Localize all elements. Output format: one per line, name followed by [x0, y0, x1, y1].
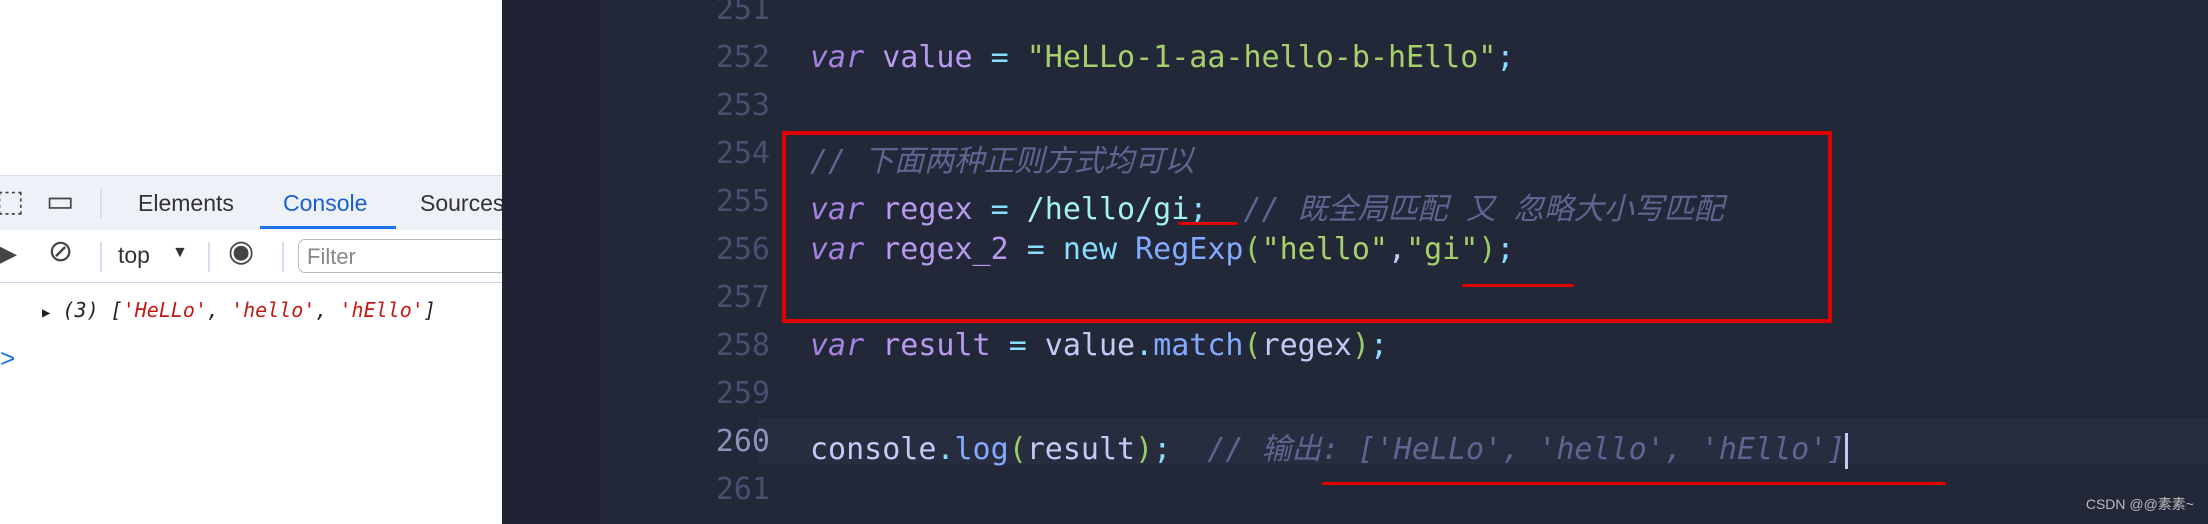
line-number: 255 [715, 184, 770, 219]
divider [282, 242, 284, 272]
annotation-underline [1462, 284, 1574, 287]
line-number: 259 [715, 376, 770, 411]
line-number: 258 [715, 328, 770, 363]
devtools-tab-bar: ⬚ ▭ Elements Console Sources [0, 175, 504, 231]
divider [100, 242, 102, 272]
line-number: 254 [715, 136, 770, 171]
device-toolbar-icon[interactable]: ▭ [46, 184, 74, 219]
line-number-current: 260 [715, 424, 770, 459]
console-toolbar: ▶ ⊘ top ▼ ◉ Filter [0, 230, 508, 283]
filter-input[interactable]: Filter [298, 239, 508, 273]
line-number: 251 [715, 0, 770, 27]
annotation-box [782, 131, 1832, 323]
line-number: 257 [715, 280, 770, 315]
output-item: 'HeLLo' [122, 298, 207, 322]
annotation-underline [1178, 222, 1238, 225]
code-line-258: var result = value.match(regex); [810, 328, 1388, 363]
tab-console[interactable]: Console [283, 190, 367, 217]
code-line-252: var value = "HeLLo-1-aa-hello-b-hEllo"; [810, 40, 1515, 75]
console-prompt[interactable]: > [0, 343, 15, 374]
console-output-row[interactable]: ▶ (3) ['HeLLo', 'hello', 'hEllo'] [42, 298, 436, 322]
code-line-260: console.log(result); // 输出: ['HeLLo', 'h… [810, 424, 1849, 469]
devtools-panel: ⬚ ▭ Elements Console Sources ▶ ⊘ top ▼ ◉… [0, 0, 508, 524]
active-tab-indicator [260, 226, 396, 229]
line-number: 252 [715, 40, 770, 75]
divider [208, 242, 210, 272]
expand-triangle-icon[interactable]: ▶ [42, 305, 50, 321]
line-number: 256 [715, 232, 770, 267]
divider [100, 188, 102, 218]
array-count: (3) [62, 298, 99, 322]
context-select[interactable]: top [118, 242, 150, 269]
output-item: 'hello' [231, 298, 316, 322]
output-item: 'hEllo' [339, 298, 424, 322]
eye-icon[interactable]: ◉ [228, 234, 254, 269]
text-cursor [1845, 432, 1849, 469]
inspect-element-icon[interactable]: ⬚ [0, 184, 24, 219]
clear-console-icon[interactable]: ⊘ [48, 234, 73, 269]
line-number: 253 [715, 88, 770, 123]
annotation-underline [1322, 482, 1946, 485]
line-number: 261 [715, 472, 770, 507]
tab-sources[interactable]: Sources [420, 190, 504, 217]
watermark: CSDN @@素素~ [2085, 496, 2194, 512]
editor-side-gutter [502, 0, 600, 524]
sidebar-toggle-icon[interactable]: ▶ [0, 236, 17, 271]
tab-elements[interactable]: Elements [138, 190, 234, 217]
chevron-down-icon[interactable]: ▼ [172, 244, 188, 262]
